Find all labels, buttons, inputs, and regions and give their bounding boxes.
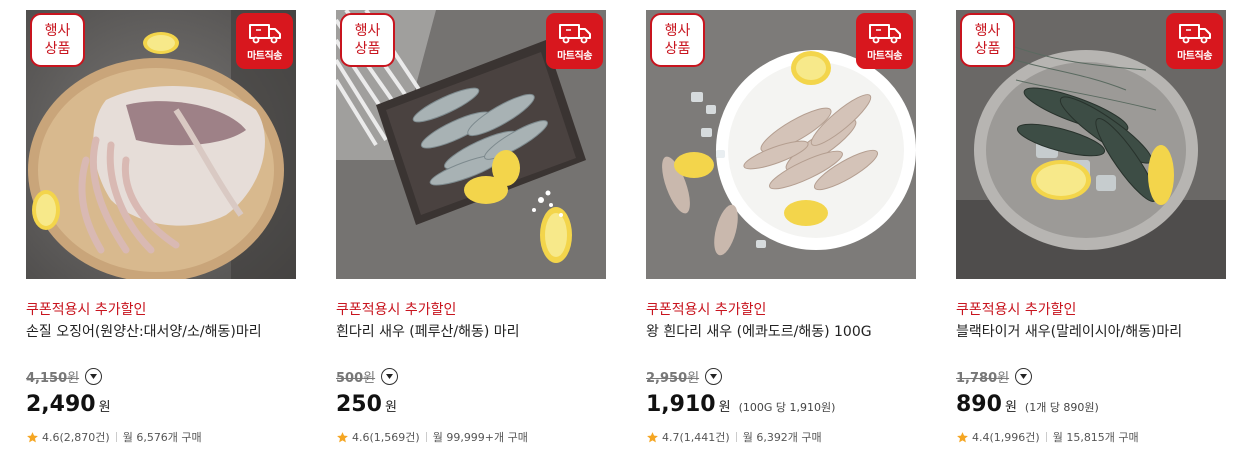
product-image-link[interactable]: 행사 상품 마트직송 — [646, 10, 916, 279]
price-detail-button[interactable] — [705, 368, 723, 385]
truck-icon — [1178, 24, 1211, 44]
divider — [115, 432, 117, 442]
sale-price-row: 1,910 원 (100G 당 1,910원) — [646, 392, 835, 417]
unit-price: (1개 당 890원) — [1024, 401, 1099, 414]
sale-price: 2,490 — [26, 392, 96, 417]
unit-price: (100G 당 1,910원) — [738, 401, 836, 414]
divider — [425, 432, 427, 442]
sale-price-row: 2,490 원 — [26, 392, 119, 417]
event-product-badge: 행사 상품 — [340, 13, 395, 67]
rating-row: 4.7 (1,441건) 월 6,392개 구매 — [646, 429, 822, 445]
sale-price-row: 890 원 (1개 당 890원) — [956, 392, 1099, 417]
monthly-purchases: 월 6,392개 구매 — [742, 431, 822, 444]
original-price: 1,780원 — [956, 371, 1010, 386]
currency-unit: 원 — [718, 400, 731, 415]
rating-score: 4.6 — [42, 430, 60, 444]
rating-score: 4.6 — [352, 430, 370, 444]
truck-icon — [868, 24, 901, 44]
rating-row: 4.6 (1,569건) 월 99,999+개 구매 — [336, 429, 528, 445]
event-product-badge: 행사 상품 — [650, 13, 705, 67]
product-card[interactable]: 행사 상품 마트직송 쿠폰적용시 추가할인 흰다리 새우 (페루산/해동) 마리… — [336, 10, 606, 460]
review-count: (1,569건) — [369, 431, 420, 444]
review-count: (1,441건) — [679, 431, 730, 444]
rating-score: 4.7 — [662, 430, 680, 444]
rating-row: 4.6 (2,870건) 월 6,576개 구매 — [26, 429, 202, 445]
star-icon — [647, 431, 658, 442]
mart-delivery-badge: 마트직송 — [856, 13, 913, 69]
currency-unit: 원 — [384, 400, 397, 415]
divider — [1045, 432, 1047, 442]
monthly-purchases: 월 15,815개 구매 — [1052, 431, 1139, 444]
original-price: 4,150원 — [26, 371, 80, 386]
chevron-down-icon — [1020, 374, 1028, 379]
event-product-badge: 행사 상품 — [960, 13, 1015, 67]
product-card[interactable]: 행사 상품 마트직송 쿠폰적용시 추가할인 왕 흰다리 새우 (에콰도르/해동)… — [646, 10, 916, 460]
original-price: 500원 — [336, 371, 376, 386]
sale-price: 890 — [956, 392, 1002, 417]
truck-icon — [558, 24, 591, 44]
chevron-down-icon — [710, 374, 718, 379]
monthly-purchases: 월 99,999+개 구매 — [432, 431, 528, 444]
mart-delivery-badge: 마트직송 — [1166, 13, 1223, 69]
coupon-promo-text: 쿠폰적용시 추가할인 — [336, 302, 457, 318]
star-icon — [27, 431, 38, 442]
chevron-down-icon — [90, 374, 98, 379]
coupon-promo-text: 쿠폰적용시 추가할인 — [26, 302, 147, 318]
price-detail-button[interactable] — [85, 368, 103, 385]
chevron-down-icon — [386, 374, 394, 379]
product-card[interactable]: 행사 상품 마트직송 쿠폰적용시 추가할인 블랙타이거 새우(말레이시아/해동)… — [956, 10, 1226, 460]
product-name[interactable]: 손질 오징어(원양산:대서양/소/해동)마리 — [26, 321, 262, 341]
product-image-link[interactable]: 행사 상품 마트직송 — [336, 10, 606, 279]
review-count: (1,996건) — [989, 431, 1040, 444]
product-name[interactable]: 흰다리 새우 (페루산/해동) 마리 — [336, 321, 520, 341]
sale-price-row: 250 원 — [336, 392, 405, 417]
mart-delivery-badge: 마트직송 — [236, 13, 293, 69]
divider — [735, 432, 737, 442]
original-price-row: 1,780원 — [956, 367, 1033, 386]
original-price: 2,950원 — [646, 371, 700, 386]
event-product-badge: 행사 상품 — [30, 13, 85, 67]
currency-unit: 원 — [1004, 400, 1017, 415]
product-name[interactable]: 왕 흰다리 새우 (에콰도르/해동) 100G — [646, 321, 872, 341]
product-image-link[interactable]: 행사 상품 마트직송 — [26, 10, 296, 279]
rating-row: 4.4 (1,996건) 월 15,815개 구매 — [956, 429, 1139, 445]
mart-delivery-badge: 마트직송 — [546, 13, 603, 69]
product-name[interactable]: 블랙타이거 새우(말레이시아/해동)마리 — [956, 321, 1182, 341]
product-image-link[interactable]: 행사 상품 마트직송 — [956, 10, 1226, 279]
coupon-promo-text: 쿠폰적용시 추가할인 — [646, 302, 767, 318]
sale-price: 250 — [336, 392, 382, 417]
review-count: (2,870건) — [59, 431, 110, 444]
sale-price: 1,910 — [646, 392, 716, 417]
price-detail-button[interactable] — [381, 368, 399, 385]
rating-score: 4.4 — [972, 430, 990, 444]
original-price-row: 4,150원 — [26, 367, 103, 386]
monthly-purchases: 월 6,576개 구매 — [122, 431, 202, 444]
star-icon — [337, 431, 348, 442]
price-detail-button[interactable] — [1015, 368, 1033, 385]
currency-unit: 원 — [98, 400, 111, 415]
star-icon — [957, 431, 968, 442]
coupon-promo-text: 쿠폰적용시 추가할인 — [956, 302, 1077, 318]
product-card[interactable]: 행사 상품 마트직송 쿠폰적용시 추가할인 손질 오징어(원양산:대서양/소/해… — [26, 10, 296, 460]
truck-icon — [248, 24, 281, 44]
original-price-row: 2,950원 — [646, 367, 723, 386]
original-price-row: 500원 — [336, 367, 399, 386]
